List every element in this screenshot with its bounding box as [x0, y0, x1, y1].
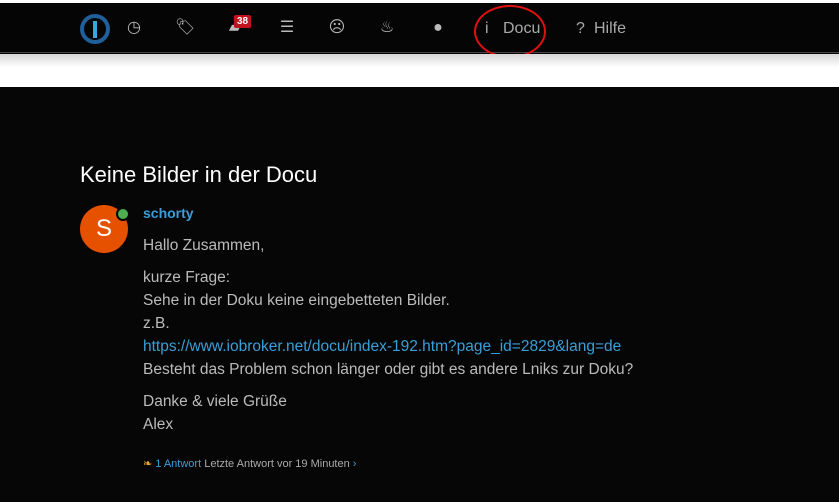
last-reply[interactable]: Letzte Antwort vor 19 Minuten — [204, 458, 350, 470]
closing: Danke & viele Grüße — [143, 393, 287, 410]
line: Besteht das Problem schon länger oder gi… — [143, 361, 634, 378]
topic-title: Keine Bilder in der Docu — [80, 162, 318, 187]
leaf-icon: ❧ — [143, 458, 153, 470]
frown-icon[interactable]: ☹ — [325, 17, 349, 39]
line: kurze Frage: — [143, 269, 231, 286]
iobroker-logo[interactable] — [80, 14, 110, 44]
navbar: ◷ 🏷 ▰ 38 ☰ ☹ ♨ ● i Docu ? Hilfe — [0, 3, 839, 53]
tags-icon[interactable]: 🏷 — [173, 17, 197, 39]
line: z.B. — [143, 315, 170, 332]
fire-icon[interactable]: ♨ — [375, 17, 399, 39]
post-footer: ❧ 1 Antwort Letzte Antwort vor 19 Minute… — [143, 457, 356, 470]
signature: Alex — [143, 416, 174, 433]
chevron-right-icon[interactable]: › — [353, 458, 357, 470]
nav-hilfe[interactable]: Hilfe — [594, 20, 626, 38]
greeting: Hallo Zusammen, — [143, 237, 265, 254]
header-band — [0, 54, 839, 87]
clock-icon[interactable]: ◷ — [122, 17, 146, 39]
line: Sehe in der Doku keine eingebetteten Bil… — [143, 292, 450, 309]
red-annotation-circle — [474, 5, 546, 58]
github-icon[interactable]: ● — [426, 17, 450, 39]
list-icon[interactable]: ☰ — [275, 17, 299, 39]
post-content: Hallo Zusammen, kurze Frage: Sehe in der… — [143, 234, 633, 445]
question-icon: ? — [576, 20, 585, 37]
online-status-icon — [116, 207, 130, 221]
username[interactable]: schorty — [143, 205, 194, 221]
replies-link[interactable]: 1 Antwort — [155, 458, 201, 470]
notification-badge: 38 — [234, 15, 252, 28]
docu-link[interactable]: https://www.iobroker.net/docu/index-192.… — [143, 338, 621, 355]
